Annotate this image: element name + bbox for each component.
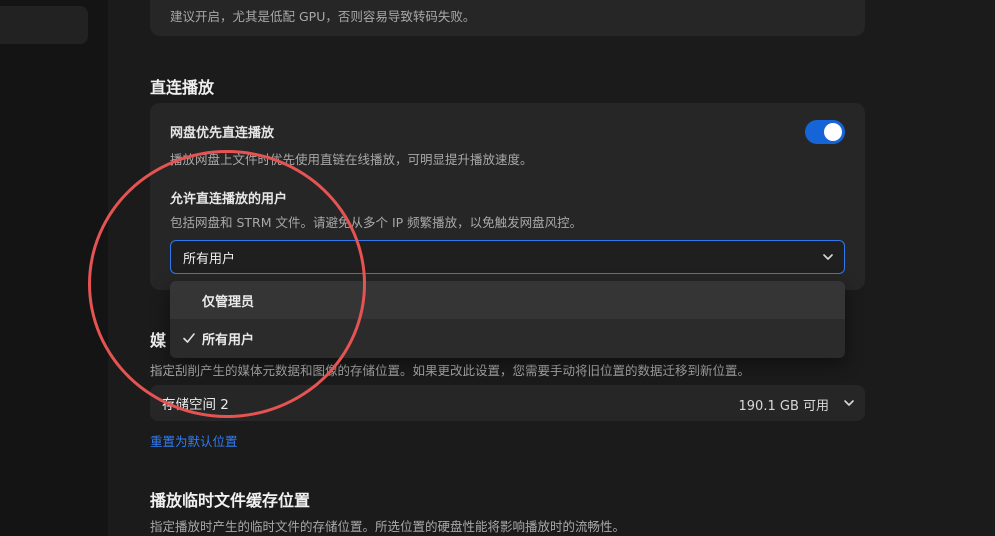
checkmark-icon — [183, 333, 195, 343]
option-all-users[interactable]: 所有用户 — [170, 319, 845, 357]
cache-location-desc: 指定播放时产生的临时文件的存储位置。所选位置的硬盘性能将影响播放时的流畅性。 — [150, 519, 626, 534]
media-location-desc: 指定刮削产生的媒体元数据和图像的存储位置。如果更改此设置，您需要手动将旧位置的数… — [150, 363, 751, 378]
reset-default-link[interactable]: 重置为默认位置 — [150, 431, 238, 450]
transcode-setting-card: 建议开启，尤其是低配 GPU，否则容易导致转码失败。 — [150, 0, 865, 36]
direct-play-title: 直连播放 — [150, 78, 215, 97]
storage-free: 190.1 GB 可用 — [738, 399, 829, 414]
allowed-users-title: 允许直连播放的用户 — [170, 192, 288, 207]
sidebar-item-active[interactable] — [0, 6, 88, 44]
media-location-title: 媒 — [150, 331, 167, 350]
storage-select[interactable]: 存储空间 2 190.1 GB 可用 — [150, 385, 865, 421]
toggle-knob — [824, 123, 842, 141]
storage-name: 存储空间 2 — [162, 397, 229, 413]
allowed-users-desc: 包括网盘和 STRM 文件。请避免从多个 IP 频繁播放，以免触发网盘风控。 — [170, 215, 583, 230]
chevron-down-icon — [844, 400, 854, 406]
chevron-down-icon — [823, 254, 833, 260]
allowed-users-value: 所有用户 — [183, 251, 236, 267]
settings-page: 建议开启，尤其是低配 GPU，否则容易导致转码失败。 直连播放 网盘优先直连播放… — [0, 0, 995, 536]
priority-direct-desc: 播放网盘上文件时优先使用直链在线播放，可明显提升播放速度。 — [170, 152, 533, 167]
option-label: 所有用户 — [202, 332, 255, 348]
priority-direct-toggle[interactable] — [805, 120, 845, 144]
option-admin-only[interactable]: 仅管理员 — [170, 281, 845, 319]
sidebar — [0, 0, 108, 536]
option-label: 仅管理员 — [202, 294, 255, 310]
allowed-users-select[interactable]: 所有用户 — [170, 240, 845, 274]
allowed-users-dropdown: 仅管理员 所有用户 — [170, 281, 845, 358]
transcode-setting-desc: 建议开启，尤其是低配 GPU，否则容易导致转码失败。 — [170, 9, 476, 24]
priority-direct-title: 网盘优先直连播放 — [170, 126, 275, 141]
cache-location-title: 播放临时文件缓存位置 — [150, 491, 311, 510]
direct-play-card: 网盘优先直连播放 播放网盘上文件时优先使用直链在线播放，可明显提升播放速度。 允… — [150, 103, 865, 290]
